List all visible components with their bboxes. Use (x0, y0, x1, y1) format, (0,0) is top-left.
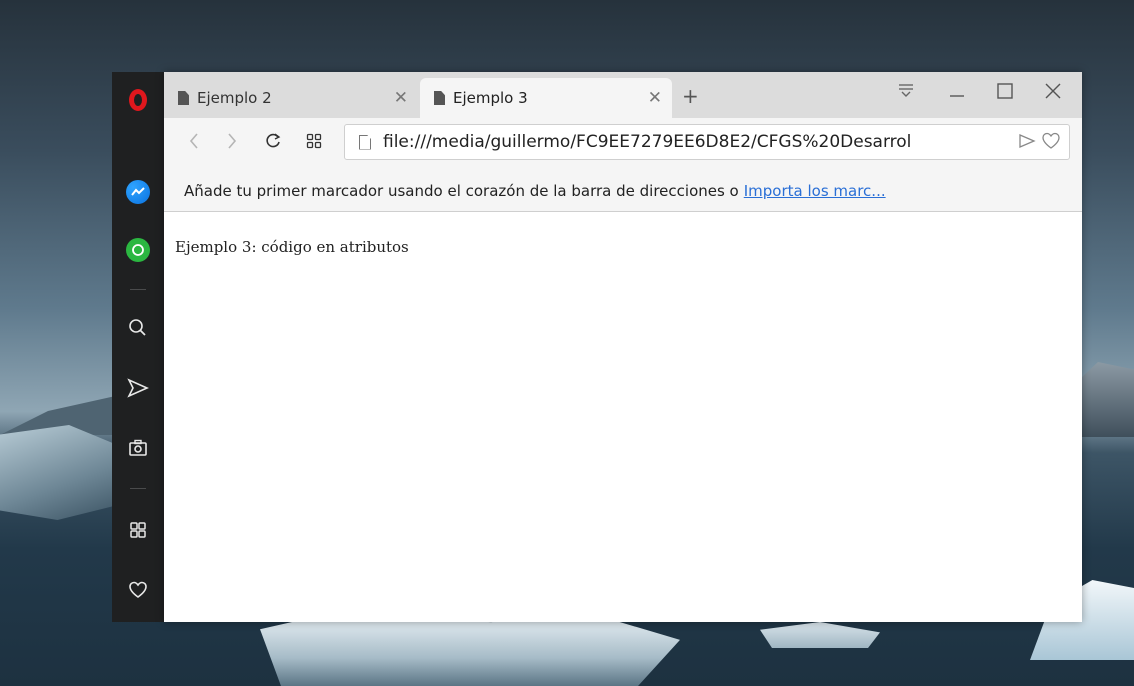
bookmark-heart-icon[interactable] (1041, 132, 1061, 150)
maximize-button[interactable] (996, 82, 1014, 105)
minimize-button[interactable] (948, 78, 966, 105)
bookmarks-button[interactable] (112, 572, 164, 608)
document-icon (434, 91, 445, 105)
close-tab-icon[interactable]: ✕ (648, 88, 662, 108)
tab-ejemplo-2[interactable]: Ejemplo 2 ✕ (172, 78, 418, 118)
snapshot-button[interactable] (112, 430, 164, 466)
whatsapp-icon (126, 238, 150, 262)
send-icon (127, 378, 149, 398)
sidebar-divider (130, 488, 146, 489)
forward-button[interactable] (226, 132, 238, 155)
speed-dial-button[interactable] (112, 512, 164, 548)
send-page-icon[interactable] (1018, 132, 1036, 150)
bookmarks-hint: Añade tu primer marcador usando el coraz… (184, 181, 739, 200)
reload-button[interactable] (264, 132, 282, 155)
tab-label: Ejemplo 3 (453, 89, 528, 107)
speed-dial-toolbar-button[interactable] (306, 133, 322, 154)
wallpaper-iceberg (760, 622, 880, 648)
wallpaper-iceberg (0, 425, 115, 520)
document-icon (178, 91, 189, 105)
page-text: Ejemplo 3: código en atributos (175, 238, 409, 256)
sidebar-divider (130, 289, 146, 290)
bookmarks-bar: Añade tu primer marcador usando el coraz… (164, 170, 1082, 212)
whatsapp-button[interactable] (112, 232, 164, 268)
page-icon (359, 134, 371, 150)
messenger-button[interactable] (112, 174, 164, 210)
wallpaper-mountain (1074, 362, 1134, 437)
search-button[interactable] (112, 310, 164, 346)
url-field[interactable]: file:///media/guillermo/FC9EE7279EE6D8E2… (344, 124, 1070, 160)
address-bar: file:///media/guillermo/FC9EE7279EE6D8E2… (164, 118, 1082, 170)
tab-bar: Ejemplo 2 ✕ Ejemplo 3 ✕ + (164, 72, 1082, 118)
opera-logo-icon (129, 89, 147, 111)
search-icon (129, 319, 146, 336)
back-button[interactable] (188, 132, 200, 155)
new-tab-button[interactable]: + (682, 84, 699, 108)
tab-menu-icon[interactable] (896, 80, 916, 105)
browser-window: Ejemplo 2 ✕ Ejemplo 3 ✕ + file:///media/… (164, 72, 1082, 622)
page-content: Ejemplo 3: código en atributos (164, 212, 1082, 622)
opera-sidebar (112, 72, 164, 622)
send-button[interactable] (112, 370, 164, 406)
messenger-icon (126, 180, 150, 204)
url-actions (1018, 131, 1061, 151)
camera-icon (129, 439, 147, 456)
opera-menu-button[interactable] (112, 82, 164, 118)
wallpaper-iceberg (260, 615, 680, 686)
heart-icon (129, 581, 147, 598)
tab-ejemplo-3[interactable]: Ejemplo 3 ✕ (420, 78, 672, 118)
url-text[interactable]: file:///media/guillermo/FC9EE7279EE6D8E2… (383, 132, 983, 152)
speed-dial-icon (130, 522, 146, 538)
close-tab-icon[interactable]: ✕ (394, 88, 408, 108)
tab-label: Ejemplo 2 (197, 89, 272, 107)
import-bookmarks-link[interactable]: Importa los marc... (744, 182, 886, 200)
close-window-button[interactable] (1044, 82, 1062, 105)
